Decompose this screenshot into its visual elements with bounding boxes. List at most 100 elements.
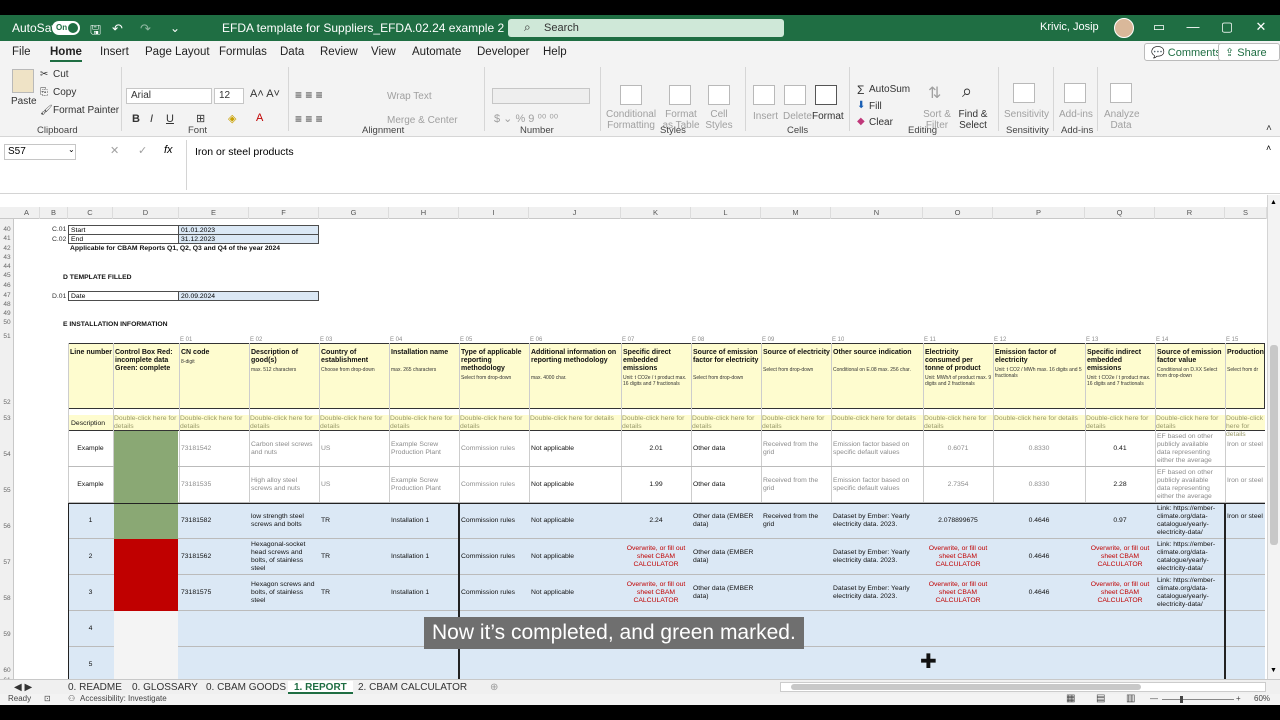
row-header-49[interactable]: 49	[0, 310, 14, 317]
document-title[interactable]: EFDA template for Suppliers_EFDA.02.24 e…	[222, 21, 549, 35]
hscroll-thumb[interactable]	[791, 684, 1141, 690]
column-header-H[interactable]: H	[389, 207, 459, 219]
column-header-N[interactable]: N	[831, 207, 923, 219]
vertical-scrollbar[interactable]: ▲ ▼	[1267, 195, 1280, 679]
column-header-E[interactable]: E	[179, 207, 249, 219]
double-click-hint[interactable]: Double-click here for details	[832, 415, 922, 423]
row-header-56[interactable]: 56	[0, 523, 14, 530]
collapse-ribbon-icon[interactable]: ˄	[1266, 123, 1272, 134]
row-header-45[interactable]: 45	[0, 272, 14, 279]
accessibility-icon[interactable]: ⚇	[68, 694, 75, 703]
row-header-54[interactable]: 54	[0, 451, 14, 458]
row-header-43[interactable]: 43	[0, 254, 14, 261]
redo-icon[interactable]: ↷	[140, 21, 151, 37]
cell-ef[interactable]: 0.8330	[995, 481, 1083, 489]
macro-record-icon[interactable]: ⊡	[44, 694, 51, 703]
column-header-C[interactable]: C	[68, 207, 113, 219]
cell-desc[interactable]: High alloy steel screws and nuts	[251, 477, 317, 493]
wrap-text-button[interactable]: Wrap Text	[387, 91, 432, 102]
double-click-hint[interactable]: Double-click here for details	[1156, 415, 1224, 431]
formula-input[interactable]: Iron or steel products	[186, 140, 1266, 190]
column-header-O[interactable]: O	[923, 207, 993, 219]
row-header-48[interactable]: 48	[0, 301, 14, 308]
column-header-A[interactable]: A	[14, 207, 40, 219]
find-select-icon[interactable]: ⌕	[962, 81, 972, 102]
cell-cn[interactable]: 73181542	[181, 445, 247, 453]
cut-button[interactable]: Cut	[53, 69, 69, 80]
sheet-tab-cbam-calculator[interactable]: 2. CBAM CALCULATOR	[352, 681, 473, 694]
ribbon-display-icon[interactable]: ▭	[1144, 19, 1174, 35]
row-header-55[interactable]: 55	[0, 487, 14, 494]
double-click-hint[interactable]: Double-click here for details	[320, 415, 388, 431]
cell-elec[interactable]: Received from the grid	[763, 477, 829, 493]
save-icon[interactable]: 🖫	[90, 21, 101, 43]
name-box[interactable]: S57	[4, 144, 76, 160]
analyze-data-button[interactable]: Analyze Data	[1104, 109, 1140, 131]
clear-icon[interactable]: ◆	[857, 116, 865, 127]
zoom-slider[interactable]	[1162, 699, 1234, 700]
column-header-R[interactable]: R	[1155, 207, 1225, 219]
row-header-47[interactable]: 47	[0, 292, 14, 299]
avatar[interactable]	[1114, 18, 1134, 38]
cell-prod[interactable]: Iron or steel	[1227, 477, 1265, 485]
autosum-icon[interactable]: Σ	[857, 83, 864, 97]
cell-styles-button[interactable]: Cell Styles	[702, 109, 736, 131]
customize-qat-icon[interactable]: ⌄	[170, 21, 180, 35]
row-header-50[interactable]: 50	[0, 319, 14, 326]
format-cells-icon[interactable]	[815, 85, 837, 105]
row-header-51[interactable]: 51	[0, 333, 14, 340]
addins-icon[interactable]	[1064, 83, 1086, 103]
cell-direct[interactable]: 1.99	[623, 481, 689, 489]
cell-country[interactable]: US	[321, 445, 387, 453]
expand-formula-icon[interactable]: ˄	[1266, 143, 1271, 153]
control-box-cell[interactable]	[114, 431, 178, 467]
double-click-hint[interactable]: Double-click here for details	[1086, 415, 1154, 431]
cell-type[interactable]: Commission rules	[461, 481, 527, 489]
sheet-tab-cbam-goods[interactable]: 0. CBAM GOODS	[200, 681, 292, 694]
cell-inst[interactable]: Example Screw Production Plant	[391, 477, 457, 493]
double-click-hint[interactable]: Double-click here for details	[622, 415, 690, 431]
page-layout-view-icon[interactable]: ▤	[1096, 693, 1105, 704]
cell-ind[interactable]: 0.41	[1087, 445, 1153, 453]
row-header-41[interactable]: 41	[0, 235, 14, 242]
row-header-52[interactable]: 52	[0, 399, 14, 406]
cell-type[interactable]: Commission rules	[461, 445, 527, 453]
conditional-formatting-button[interactable]: Conditional Formatting	[606, 109, 656, 131]
row-header-40[interactable]: 40	[0, 226, 14, 233]
cell-n[interactable]: Example	[70, 481, 111, 489]
column-header-Q[interactable]: Q	[1085, 207, 1155, 219]
normal-view-icon[interactable]: ▦	[1066, 693, 1075, 704]
tab-insert[interactable]: Insert	[100, 46, 129, 58]
column-header-B[interactable]: B	[40, 207, 68, 219]
delete-cells-button[interactable]: Delete	[783, 111, 812, 122]
number-format-icons[interactable]: $ ⌄ % 9 ⁰⁰ ⁰⁰	[494, 112, 558, 125]
format-cells-button[interactable]: Format	[812, 111, 844, 122]
paste-icon[interactable]	[12, 69, 34, 93]
copy-button[interactable]: Copy	[53, 87, 76, 98]
column-header-I[interactable]: I	[459, 207, 529, 219]
name-box-dropdown-icon[interactable]: ⌄	[68, 145, 75, 154]
accessibility-status[interactable]: Accessibility: Investigate	[80, 694, 167, 703]
tab-data[interactable]: Data	[280, 46, 304, 58]
scroll-thumb[interactable]	[1270, 345, 1278, 545]
comments-button[interactable]: 💬 Comments	[1144, 43, 1228, 61]
row-header-53[interactable]: 53	[0, 415, 14, 422]
zoom-in-icon[interactable]: +	[1236, 694, 1241, 703]
column-header-S[interactable]: S	[1225, 207, 1267, 219]
underline-icon[interactable]: U	[166, 113, 174, 125]
insert-cells-icon[interactable]	[753, 85, 775, 105]
cell-country[interactable]: US	[321, 481, 387, 489]
double-click-hint[interactable]: Double-click here for details	[924, 415, 992, 431]
add-sheet-icon[interactable]: ⊕	[484, 681, 504, 694]
double-click-hint[interactable]: Double-click here for details	[180, 415, 248, 431]
double-click-hint[interactable]: Double-click here for details	[994, 415, 1084, 423]
cell-efsrc[interactable]: EF based on other publicly available dat…	[1157, 433, 1223, 465]
sensitivity-button[interactable]: Sensitivity	[1004, 109, 1049, 120]
insert-function-icon[interactable]: fx	[164, 144, 173, 156]
cell-efsrc[interactable]: EF based on other publicly available dat…	[1157, 469, 1223, 501]
paste-button[interactable]: Paste	[11, 96, 37, 107]
row-header-46[interactable]: 46	[0, 282, 14, 289]
fill-icon[interactable]: ⬇	[857, 100, 865, 111]
search-box[interactable]: ⌕ Search	[508, 19, 784, 37]
row-header-44[interactable]: 44	[0, 263, 14, 270]
